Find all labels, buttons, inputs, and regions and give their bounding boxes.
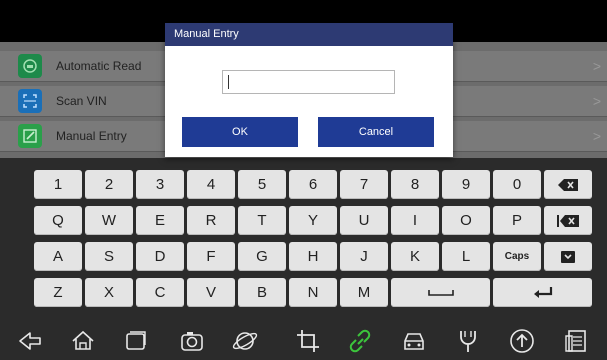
key-y[interactable]: Y: [289, 206, 337, 235]
key-f[interactable]: F: [187, 242, 235, 271]
key-7[interactable]: 7: [340, 170, 388, 199]
key-1[interactable]: 1: [34, 170, 82, 199]
key-r[interactable]: R: [187, 206, 235, 235]
home-icon[interactable]: [67, 325, 99, 357]
browser-icon[interactable]: [229, 325, 261, 357]
chevron-right-icon: >: [592, 93, 601, 109]
key-d[interactable]: D: [136, 242, 184, 271]
cancel-button[interactable]: Cancel: [318, 117, 434, 147]
enter-key[interactable]: [493, 278, 592, 307]
back-icon[interactable]: [14, 325, 46, 357]
menu-label-manual-entry: Manual Entry: [56, 129, 127, 143]
menu-label-scan-vin: Scan VIN: [56, 94, 107, 108]
key-h[interactable]: H: [289, 242, 337, 271]
key-q[interactable]: Q: [34, 206, 82, 235]
ok-button[interactable]: OK: [182, 117, 298, 147]
link-icon[interactable]: [344, 325, 376, 357]
key-a[interactable]: A: [34, 242, 82, 271]
enter-icon: [533, 286, 552, 298]
tools-icon[interactable]: [452, 325, 484, 357]
on-screen-keyboard: 1 2 3 4 5 6 7 8 9 0 Q W E R T Y U I O P …: [30, 168, 600, 318]
chevron-right-icon: >: [592, 58, 601, 74]
crop-icon[interactable]: [292, 325, 324, 357]
key-m[interactable]: M: [340, 278, 388, 307]
upload-icon[interactable]: [506, 325, 538, 357]
dialog-title: Manual Entry: [165, 23, 453, 46]
delete-line-key[interactable]: [544, 206, 592, 235]
key-o[interactable]: O: [442, 206, 490, 235]
hide-keyboard-icon: [561, 250, 575, 263]
manual-entry-dialog: Manual Entry OK Cancel: [165, 23, 453, 157]
key-n[interactable]: N: [289, 278, 337, 307]
key-2[interactable]: 2: [85, 170, 133, 199]
menu-label-automatic-read: Automatic Read: [56, 59, 142, 73]
key-k[interactable]: K: [391, 242, 439, 271]
key-p[interactable]: P: [493, 206, 541, 235]
key-6[interactable]: 6: [289, 170, 337, 199]
chevron-right-icon: >: [592, 128, 601, 144]
key-v[interactable]: V: [187, 278, 235, 307]
key-3[interactable]: 3: [136, 170, 184, 199]
text-caret: [228, 75, 229, 89]
space-icon: [427, 289, 454, 296]
bottom-navigation-bar: [0, 322, 607, 360]
key-b[interactable]: B: [238, 278, 286, 307]
key-x[interactable]: X: [85, 278, 133, 307]
key-e[interactable]: E: [136, 206, 184, 235]
key-t[interactable]: T: [238, 206, 286, 235]
clear-icon: [557, 214, 579, 227]
backspace-icon: [558, 178, 578, 191]
key-4[interactable]: 4: [187, 170, 235, 199]
key-j[interactable]: J: [340, 242, 388, 271]
key-z[interactable]: Z: [34, 278, 82, 307]
scan-frame-icon: [18, 89, 42, 113]
key-8[interactable]: 8: [391, 170, 439, 199]
caps-key[interactable]: Caps: [493, 242, 541, 271]
recent-apps-icon[interactable]: [120, 325, 152, 357]
report-icon[interactable]: [560, 325, 592, 357]
key-i[interactable]: I: [391, 206, 439, 235]
key-w[interactable]: W: [85, 206, 133, 235]
camera-icon[interactable]: [176, 325, 208, 357]
key-5[interactable]: 5: [238, 170, 286, 199]
key-9[interactable]: 9: [442, 170, 490, 199]
car-scan-icon: [18, 54, 42, 78]
space-key[interactable]: [391, 278, 490, 307]
vin-input-field[interactable]: [222, 70, 395, 94]
backspace-key[interactable]: [544, 170, 592, 199]
key-c[interactable]: C: [136, 278, 184, 307]
key-s[interactable]: S: [85, 242, 133, 271]
key-0[interactable]: 0: [493, 170, 541, 199]
car-icon[interactable]: [398, 325, 430, 357]
hide-keyboard-key[interactable]: [544, 242, 592, 271]
key-l[interactable]: L: [442, 242, 490, 271]
key-g[interactable]: G: [238, 242, 286, 271]
key-u[interactable]: U: [340, 206, 388, 235]
edit-icon: [18, 124, 42, 148]
